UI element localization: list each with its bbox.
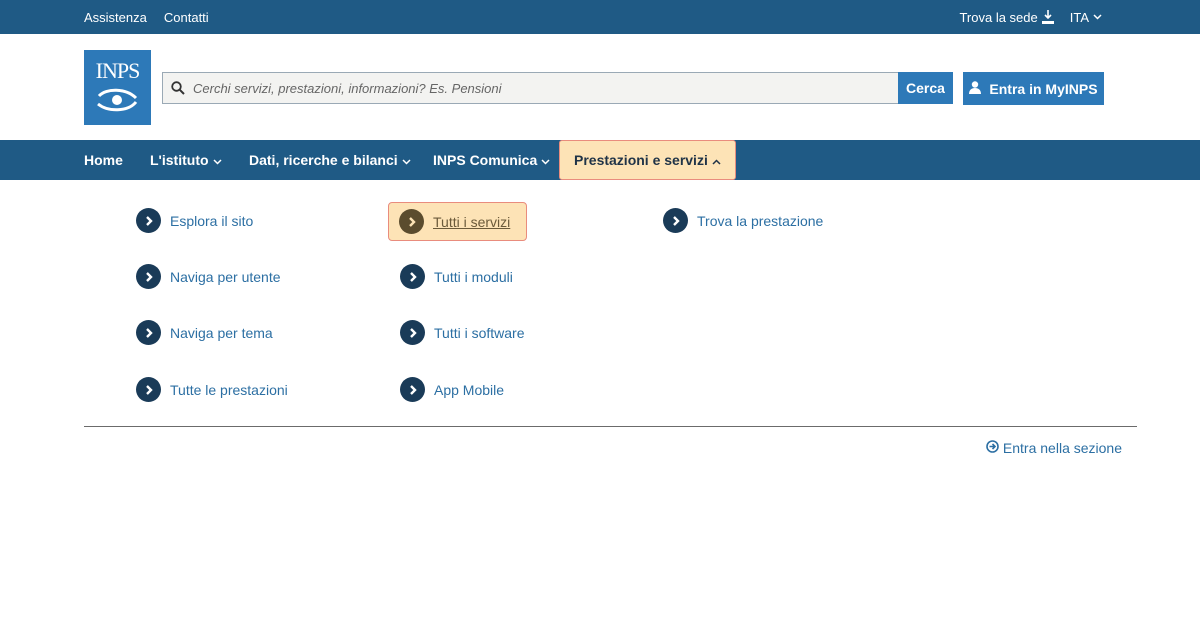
menu-link-prestazioni[interactable]: Tutte le prestazioni [136, 377, 288, 402]
search-box [162, 72, 898, 104]
arrow-right-circle-icon [986, 440, 999, 456]
nav-istituto[interactable]: L'istituto [150, 140, 222, 180]
menu-link-software[interactable]: Tutti i software [400, 320, 525, 345]
main-nav: Home L'istituto Dati, ricerche e bilanci… [0, 140, 1200, 180]
trova-sede-link[interactable]: Trova la sede [959, 9, 1054, 25]
search-input[interactable] [191, 79, 898, 97]
search-icon [171, 81, 185, 95]
header: INPS Cerca Entra in MyINPS [0, 34, 1200, 140]
menu-link-trova-prestazione[interactable]: Trova la prestazione [663, 208, 823, 233]
menu-link-label: Esplora il sito [170, 212, 254, 229]
enter-section-label: Entra nella sezione [1002, 440, 1122, 456]
search-button[interactable]: Cerca [898, 72, 953, 104]
chevron-right-circle-icon [400, 377, 425, 402]
inps-logo[interactable]: INPS [84, 50, 151, 125]
menu-link-utente[interactable]: Naviga per utente [136, 264, 281, 289]
nav-comunica-label: INPS Comunica [433, 152, 538, 168]
menu-link-label: Naviga per tema [170, 324, 273, 341]
enter-section-link[interactable]: Entra nella sezione [986, 440, 1122, 456]
user-icon [969, 80, 982, 97]
nav-home[interactable]: Home [84, 140, 123, 180]
nav-prestazioni-label: Prestazioni e servizi [574, 152, 708, 168]
myinps-login-button[interactable]: Entra in MyINPS [963, 72, 1104, 105]
nav-dati-label: Dati, ricerche e bilanci [249, 152, 398, 168]
menu-link-label: Naviga per utente [170, 268, 281, 285]
menu-link-label: Trova la prestazione [697, 212, 824, 229]
nav-home-label: Home [84, 152, 123, 168]
chevron-right-circle-icon [136, 264, 161, 289]
menu-link-label: Tutte le prestazioni [170, 381, 288, 398]
menu-link-moduli[interactable]: Tutti i moduli [400, 264, 513, 289]
menu-link-tema[interactable]: Naviga per tema [136, 320, 273, 345]
menu-link-label: Tutti i software [434, 324, 525, 341]
myinps-label: Entra in MyINPS [989, 80, 1098, 97]
menu-link-servizi[interactable]: Tutti i servizi [388, 202, 528, 241]
menu-link-label: App Mobile [434, 381, 505, 398]
menu-divider [84, 426, 1137, 427]
top-utility-bar: Assistenza Contatti Trova la sede ITA [0, 0, 1200, 34]
top-right-links: Trova la sede ITA [959, 0, 1102, 34]
menu-link-esplora[interactable]: Esplora il sito [136, 208, 253, 233]
chevron-right-circle-icon [136, 320, 161, 345]
logo-text: INPS [95, 58, 141, 83]
map-pin-download-icon [1041, 10, 1054, 24]
nav-prestazioni[interactable]: Prestazioni e servizi [559, 140, 736, 180]
chevron-right-circle-icon [400, 264, 425, 289]
chevron-down-icon [402, 152, 411, 168]
chevron-down-icon [541, 152, 550, 168]
chevron-right-circle-icon [136, 208, 161, 233]
nav-dati[interactable]: Dati, ricerche e bilanci [249, 140, 411, 180]
menu-link-label: Tutti i servizi [433, 213, 511, 230]
chevron-right-circle-icon [663, 208, 688, 233]
chevron-down-icon [1093, 14, 1102, 20]
chevron-right-circle-icon [136, 377, 161, 402]
top-links: Assistenza Contatti [84, 0, 209, 34]
chevron-right-circle-icon [400, 320, 425, 345]
chevron-right-circle-icon [399, 209, 424, 234]
nav-comunica[interactable]: INPS Comunica [433, 140, 550, 180]
trova-sede-label: Trova la sede [959, 9, 1038, 25]
menu-link-app[interactable]: App Mobile [400, 377, 504, 402]
menu-link-label: Tutti i moduli [434, 268, 513, 285]
chevron-up-icon [712, 152, 721, 168]
language-selector[interactable]: ITA [1070, 10, 1102, 25]
language-label: ITA [1069, 9, 1089, 25]
nav-istituto-label: L'istituto [150, 152, 209, 168]
logo-emblem-icon [97, 88, 138, 112]
contatti-link[interactable]: Contatti [164, 10, 209, 25]
assistenza-link[interactable]: Assistenza [84, 10, 147, 25]
chevron-down-icon [213, 152, 222, 168]
